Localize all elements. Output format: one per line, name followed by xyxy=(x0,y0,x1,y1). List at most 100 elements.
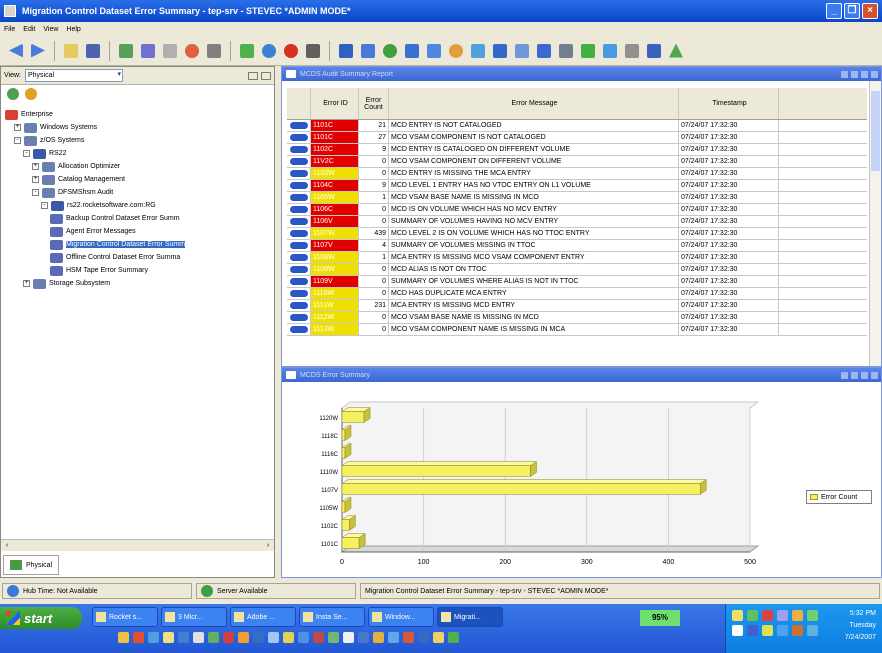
grid-icon[interactable] xyxy=(336,41,356,61)
bar-chart-icon[interactable] xyxy=(402,41,422,61)
quick-launch-icon[interactable] xyxy=(148,632,159,643)
table-row[interactable]: 1108W 1 MCA ENTRY IS MISSING MCO VSAM COMP… xyxy=(287,252,867,264)
row-link-icon[interactable] xyxy=(287,276,311,287)
tray-icon[interactable] xyxy=(762,610,773,621)
quick-launch-icon[interactable] xyxy=(298,632,309,643)
menu-edit[interactable]: Edit xyxy=(23,26,35,33)
tree-node[interactable]: Enterprise xyxy=(5,109,53,120)
table-row[interactable]: 1105W 1 MCD VSAM BASE NAME IS MISSING IN M… xyxy=(287,192,867,204)
col-timestamp[interactable]: Timestamp xyxy=(679,88,779,119)
tree-node[interactable]: Backup Control Dataset Error Summ xyxy=(50,213,180,224)
table-row[interactable]: 1102C 9 MCD ENTRY IS CATALOGED ON DIFFEREN… xyxy=(287,144,867,156)
chart-split-v-icon[interactable] xyxy=(841,371,848,379)
table-row[interactable]: 1109W 0 MCD ALIAS IS NOT ON TTOC 07/24/07 1… xyxy=(287,264,867,276)
row-link-icon[interactable] xyxy=(287,216,311,227)
split-vertical-icon[interactable] xyxy=(248,71,258,80)
task-button[interactable]: Migrati... xyxy=(437,607,503,627)
back-icon[interactable] xyxy=(6,41,26,61)
restore-button[interactable]: ❐ xyxy=(844,3,860,19)
quick-launch-icon[interactable] xyxy=(388,632,399,643)
panel-split-v-icon[interactable] xyxy=(841,70,848,78)
update-icon[interactable] xyxy=(7,88,19,100)
edit-icon[interactable] xyxy=(622,41,642,61)
tree-expander-icon[interactable]: - xyxy=(14,137,21,144)
sound-icon[interactable] xyxy=(303,41,323,61)
properties-icon[interactable] xyxy=(160,41,180,61)
table-row[interactable]: 1104C 9 MCD LEVEL 1 ENTRY HAS NO VTOC ENTR… xyxy=(287,180,867,192)
browser-icon[interactable] xyxy=(600,41,620,61)
row-link-icon[interactable] xyxy=(287,132,311,143)
row-link-icon[interactable] xyxy=(287,120,311,131)
menu-view[interactable]: View xyxy=(43,26,58,33)
radar-icon[interactable] xyxy=(666,41,686,61)
tree-node[interactable]: - rs22.rocketsoftware.com:RG xyxy=(41,200,156,211)
quick-launch-icon[interactable] xyxy=(253,632,264,643)
stop-icon[interactable] xyxy=(259,41,279,61)
quick-launch-icon[interactable] xyxy=(238,632,249,643)
chart-close-icon[interactable] xyxy=(871,371,878,379)
tray-icon[interactable] xyxy=(732,610,743,621)
panel-split-h-icon[interactable] xyxy=(851,70,858,78)
quick-launch-icon[interactable] xyxy=(448,632,459,643)
row-link-icon[interactable] xyxy=(287,204,311,215)
quick-launch-icon[interactable] xyxy=(313,632,324,643)
tree-node[interactable]: - z/OS Systems xyxy=(14,135,84,146)
tray-icon[interactable] xyxy=(762,625,773,636)
quick-launch-icon[interactable] xyxy=(223,632,234,643)
tab-physical[interactable]: Physical xyxy=(3,555,60,575)
chart-icon[interactable] xyxy=(644,41,664,61)
tree-expander-icon[interactable]: - xyxy=(23,150,30,157)
row-link-icon[interactable] xyxy=(287,156,311,167)
view-select[interactable]: Physical xyxy=(25,69,123,82)
tree-node[interactable]: - RS22 xyxy=(23,148,67,159)
table-row[interactable]: 1112W 0 MCO VSAM BASE NAME IS MISSING IN M… xyxy=(287,312,867,324)
row-link-icon[interactable] xyxy=(287,168,311,179)
quick-launch-icon[interactable] xyxy=(133,632,144,643)
quick-launch-icon[interactable] xyxy=(403,632,414,643)
row-link-icon[interactable] xyxy=(287,288,311,299)
tree-expander-icon[interactable]: + xyxy=(32,163,39,170)
quick-launch-icon[interactable] xyxy=(178,632,189,643)
topology-icon[interactable] xyxy=(534,41,554,61)
tray-icon[interactable] xyxy=(732,625,743,636)
tree-expander-icon[interactable]: - xyxy=(32,189,39,196)
table-row[interactable]: 1107W 439 MCD LEVEL 2 IS ON VOLUME WHICH H… xyxy=(287,228,867,240)
tree-node[interactable]: + Windows Systems xyxy=(14,122,97,133)
refresh-icon[interactable] xyxy=(237,41,257,61)
row-link-icon[interactable] xyxy=(287,192,311,203)
terminal-icon[interactable] xyxy=(556,41,576,61)
close-button[interactable]: × xyxy=(862,3,878,19)
row-link-icon[interactable] xyxy=(287,324,311,335)
workspace-icon[interactable] xyxy=(116,41,136,61)
table-row[interactable]: 1113W 0 MCO VSAM COMPONENT NAME IS MISSING… xyxy=(287,324,867,336)
alert-icon[interactable] xyxy=(281,41,301,61)
clock[interactable]: 5:32 PM Tuesday 7/24/2007 xyxy=(845,608,876,644)
col-error-message[interactable]: Error Message xyxy=(389,88,679,119)
print-icon[interactable] xyxy=(204,41,224,61)
table-row[interactable]: 1110W 0 MCD HAS DUPLICATE MCA ENTRY 07/24/0… xyxy=(287,288,867,300)
tray-icon[interactable] xyxy=(747,610,758,621)
tree-node[interactable]: - DFSMShsm Audit xyxy=(32,187,113,198)
table-row[interactable]: 1101C 27 MCO VSAM COMPONENT IS NOT CATALOG… xyxy=(287,132,867,144)
minimize-button[interactable]: _ xyxy=(826,3,842,19)
navigator-scrollbar[interactable]: ‹ › xyxy=(1,539,274,551)
tray-icon[interactable] xyxy=(807,610,818,621)
row-link-icon[interactable] xyxy=(287,264,311,275)
tree-node[interactable]: HSM Tape Error Summary xyxy=(50,265,148,276)
panel-maximize-icon[interactable] xyxy=(861,70,868,78)
task-button[interactable]: Adobe ... xyxy=(230,607,296,627)
tree-node[interactable]: + Storage Subsystem xyxy=(23,278,110,289)
link-column-header[interactable] xyxy=(287,88,311,119)
split-horizontal-icon[interactable] xyxy=(261,71,271,80)
table-row[interactable]: 1111W 231 MCA ENTRY IS MISSING MCD ENTRY 07… xyxy=(287,300,867,312)
quick-launch-icon[interactable] xyxy=(343,632,354,643)
chart-maximize-icon[interactable] xyxy=(861,371,868,379)
tray-icon[interactable] xyxy=(777,610,788,621)
quick-launch-icon[interactable] xyxy=(283,632,294,643)
col-error-count[interactable]: Error Count xyxy=(359,88,389,119)
quick-launch-icon[interactable] xyxy=(358,632,369,643)
report-scrollbar[interactable] xyxy=(869,81,881,366)
tree-node[interactable]: + Catalog Management xyxy=(32,174,125,185)
quick-launch-icon[interactable] xyxy=(418,632,429,643)
row-link-icon[interactable] xyxy=(287,240,311,251)
